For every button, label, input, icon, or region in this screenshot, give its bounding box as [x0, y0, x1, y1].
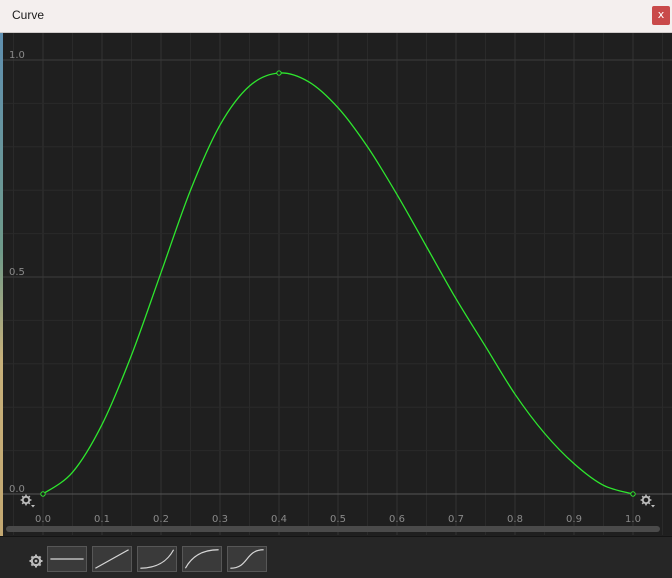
x-tick-label: 0.3 — [212, 514, 228, 525]
preset-ease-in-button[interactable] — [137, 546, 177, 572]
horizontal-scrollbar[interactable] — [6, 526, 660, 532]
preset-ease-in-out-button[interactable] — [227, 546, 267, 572]
preset-curve-icon — [95, 549, 129, 569]
preset-linear-button[interactable] — [92, 546, 132, 572]
gear-icon[interactable] — [20, 494, 35, 508]
y-tick-label: 0.0 — [9, 484, 25, 495]
y-tick-label: 0.5 — [9, 267, 25, 278]
curve-graph[interactable]: 0.0 0.1 0.2 0.3 0.4 0.5 0.6 0.7 0.8 0.9 1.0 0.0 0.5 1… — [3, 33, 672, 538]
title-bar[interactable]: Curve x — [0, 0, 672, 33]
keyframe-point[interactable] — [630, 491, 636, 497]
preset-bar — [0, 536, 672, 578]
gear-icon[interactable] — [29, 554, 43, 568]
x-tick-label: 0.8 — [507, 514, 523, 525]
preset-ease-out-button[interactable] — [182, 546, 222, 572]
close-button[interactable]: x — [652, 6, 670, 25]
x-tick-label: 0.0 — [35, 514, 51, 525]
curve-plot[interactable]: 0.0 0.1 0.2 0.3 0.4 0.5 0.6 0.7 0.8 0.9 1.0 0.0 0.5 1… — [3, 33, 672, 538]
curve-window: Curve x 0.0 0.1 0.2 0.3 0.4 0.5 0.6 0.7 0.8 0.9 1.… — [0, 0, 672, 578]
x-tick-label: 1.0 — [625, 514, 641, 525]
x-tick-label: 0.1 — [94, 514, 110, 525]
x-tick-label: 0.4 — [271, 514, 287, 525]
y-tick-label: 1.0 — [9, 50, 25, 61]
preset-curve-icon — [184, 549, 219, 569]
x-tick-label: 0.5 — [330, 514, 346, 525]
preset-curve-icon — [140, 549, 175, 569]
x-tick-label: 0.2 — [153, 514, 169, 525]
window-title: Curve — [12, 8, 45, 22]
preset-curve-icon — [230, 549, 264, 569]
keyframe-point[interactable] — [276, 70, 282, 76]
preset-constant-button[interactable] — [47, 546, 87, 572]
x-tick-label: 0.6 — [389, 514, 405, 525]
x-tick-label: 0.7 — [448, 514, 464, 525]
x-tick-label: 0.9 — [566, 514, 582, 525]
gear-icon[interactable] — [640, 494, 655, 508]
preset-curve-icon — [50, 558, 84, 560]
grid — [3, 33, 672, 538]
keyframe-point[interactable] — [40, 491, 46, 497]
